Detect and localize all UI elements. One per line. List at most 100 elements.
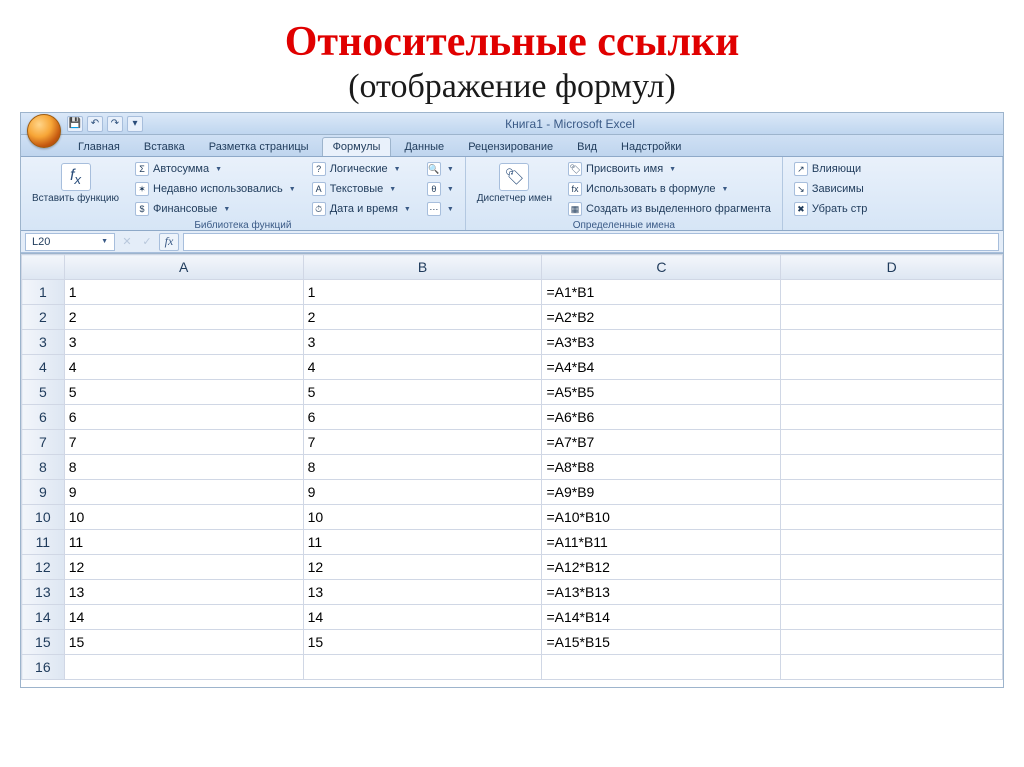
insert-function-button[interactable]: fx Вставить функцию — [27, 160, 124, 207]
autosum-button[interactable]: Σ Автосумма ▼ — [130, 160, 301, 178]
tab-insert[interactable]: Вставка — [133, 137, 196, 156]
name-box[interactable]: L20 ▼ — [25, 233, 115, 251]
cell[interactable] — [781, 430, 1003, 455]
cell[interactable]: =A5*B5 — [542, 380, 781, 405]
math-button[interactable]: θ▼ — [422, 180, 459, 198]
row-header[interactable]: 8 — [22, 455, 65, 480]
row-header[interactable]: 13 — [22, 580, 65, 605]
cell[interactable]: =A4*B4 — [542, 355, 781, 380]
name-manager-button[interactable]: 🏷 Диспетчер имен — [472, 160, 557, 207]
col-header-B[interactable]: B — [303, 255, 542, 280]
cell[interactable] — [781, 405, 1003, 430]
col-header-A[interactable]: A — [64, 255, 303, 280]
cell[interactable] — [781, 355, 1003, 380]
cell[interactable]: =A7*B7 — [542, 430, 781, 455]
cell[interactable]: 14 — [64, 605, 303, 630]
create-from-selection-button[interactable]: ▦ Создать из выделенного фрагмента — [563, 200, 776, 218]
cell[interactable]: =A2*B2 — [542, 305, 781, 330]
tab-data[interactable]: Данные — [393, 137, 455, 156]
cell[interactable]: 12 — [64, 555, 303, 580]
cell[interactable]: 8 — [303, 455, 542, 480]
cell[interactable] — [64, 655, 303, 680]
trace-precedents-button[interactable]: ↗ Влияющи — [789, 160, 873, 178]
cell[interactable]: =A12*B12 — [542, 555, 781, 580]
cell[interactable]: =A15*B15 — [542, 630, 781, 655]
row-header[interactable]: 3 — [22, 330, 65, 355]
row-header[interactable]: 5 — [22, 380, 65, 405]
cell[interactable]: 8 — [64, 455, 303, 480]
cell[interactable]: 4 — [64, 355, 303, 380]
office-button[interactable] — [27, 114, 61, 148]
cell[interactable]: 2 — [303, 305, 542, 330]
cell[interactable]: 13 — [64, 580, 303, 605]
cell[interactable]: 2 — [64, 305, 303, 330]
cell[interactable]: 7 — [64, 430, 303, 455]
row-header[interactable]: 4 — [22, 355, 65, 380]
financial-button[interactable]: $ Финансовые ▼ — [130, 200, 301, 218]
cell[interactable]: 3 — [303, 330, 542, 355]
cell[interactable]: 9 — [64, 480, 303, 505]
cell[interactable] — [781, 630, 1003, 655]
text-button[interactable]: A Текстовые ▼ — [307, 180, 416, 198]
cell[interactable]: =A1*B1 — [542, 280, 781, 305]
tab-addins[interactable]: Надстройки — [610, 137, 692, 156]
cell[interactable] — [781, 530, 1003, 555]
cell[interactable]: 7 — [303, 430, 542, 455]
cell[interactable]: 9 — [303, 480, 542, 505]
tab-view[interactable]: Вид — [566, 137, 608, 156]
cell[interactable]: 10 — [303, 505, 542, 530]
cell[interactable]: =A14*B14 — [542, 605, 781, 630]
formula-input[interactable] — [183, 233, 999, 251]
cell[interactable]: 10 — [64, 505, 303, 530]
cell[interactable] — [781, 555, 1003, 580]
cell[interactable]: 15 — [303, 630, 542, 655]
qat-dropdown-icon[interactable]: ▾ — [127, 116, 143, 132]
select-all-corner[interactable] — [22, 255, 65, 280]
cell[interactable]: 6 — [303, 405, 542, 430]
cell[interactable]: =A8*B8 — [542, 455, 781, 480]
col-header-D[interactable]: D — [781, 255, 1003, 280]
cell[interactable]: 6 — [64, 405, 303, 430]
tab-formulas[interactable]: Формулы — [322, 137, 392, 156]
tab-page-layout[interactable]: Разметка страницы — [198, 137, 320, 156]
cell[interactable]: 13 — [303, 580, 542, 605]
cell[interactable]: 11 — [64, 530, 303, 555]
cell[interactable]: 11 — [303, 530, 542, 555]
cell[interactable] — [781, 455, 1003, 480]
cell[interactable]: =A10*B10 — [542, 505, 781, 530]
row-header[interactable]: 6 — [22, 405, 65, 430]
tab-review[interactable]: Рецензирование — [457, 137, 564, 156]
cell[interactable]: =A11*B11 — [542, 530, 781, 555]
define-name-button[interactable]: 🏷 Присвоить имя ▼ — [563, 160, 776, 178]
cell[interactable]: 14 — [303, 605, 542, 630]
row-header[interactable]: 15 — [22, 630, 65, 655]
more-functions-button[interactable]: 🔍▼ — [422, 160, 459, 178]
row-header[interactable]: 16 — [22, 655, 65, 680]
cell[interactable] — [781, 380, 1003, 405]
fx-button[interactable]: fx — [159, 233, 179, 251]
row-header[interactable]: 2 — [22, 305, 65, 330]
recent-button[interactable]: ✶ Недавно использовались ▼ — [130, 180, 301, 198]
cell[interactable] — [781, 305, 1003, 330]
other-button[interactable]: ⋯▼ — [422, 200, 459, 218]
cell[interactable]: =A6*B6 — [542, 405, 781, 430]
cell[interactable]: =A13*B13 — [542, 580, 781, 605]
logical-button[interactable]: ? Логические ▼ — [307, 160, 416, 178]
cell[interactable]: 5 — [64, 380, 303, 405]
cell[interactable]: 1 — [303, 280, 542, 305]
cell[interactable] — [303, 655, 542, 680]
cell[interactable] — [781, 505, 1003, 530]
cell[interactable]: 1 — [64, 280, 303, 305]
undo-icon[interactable]: ↶ — [87, 116, 103, 132]
row-header[interactable]: 10 — [22, 505, 65, 530]
row-header[interactable]: 12 — [22, 555, 65, 580]
row-header[interactable]: 1 — [22, 280, 65, 305]
datetime-button[interactable]: ⏱ Дата и время ▼ — [307, 200, 416, 218]
trace-dependents-button[interactable]: ↘ Зависимы — [789, 180, 873, 198]
cell[interactable]: 12 — [303, 555, 542, 580]
cell[interactable]: =A9*B9 — [542, 480, 781, 505]
cell[interactable] — [781, 280, 1003, 305]
cell[interactable]: 15 — [64, 630, 303, 655]
cell[interactable]: 4 — [303, 355, 542, 380]
cell[interactable] — [781, 580, 1003, 605]
